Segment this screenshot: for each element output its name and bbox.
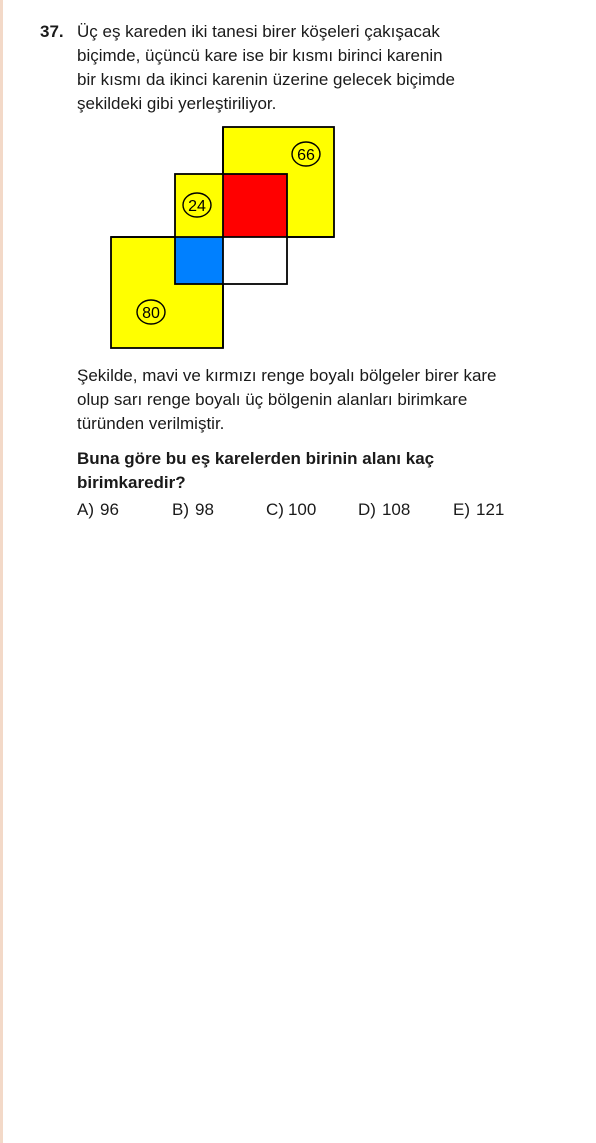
question-text-line: şekildeki gibi yerleştiriliyor. <box>77 94 277 113</box>
question-text-line: biçimde, üçüncü kare ise bir kısmı birin… <box>77 46 443 65</box>
question-text-line: bir kısmı da ikinci karenin üzerine gele… <box>77 70 455 89</box>
option-a[interactable]: A) 96 <box>77 498 119 522</box>
squares-figure: 66 24 80 <box>110 126 336 350</box>
prompt-line: birimkaredir? <box>77 473 186 492</box>
option-b[interactable]: B) 98 <box>172 498 214 522</box>
option-c[interactable]: C) 100 <box>266 498 316 522</box>
option-value: 96 <box>100 500 119 519</box>
option-d[interactable]: D) 108 <box>358 498 410 522</box>
option-value: 98 <box>195 500 214 519</box>
question-text: Üç eş kareden iki tanesi birer köşeleri … <box>77 20 547 116</box>
description-line: olup sarı renge boyalı üç bölgenin alanl… <box>77 390 468 409</box>
page-margin-rule <box>0 0 3 1143</box>
blue-square <box>175 237 223 284</box>
option-value: 108 <box>381 500 411 519</box>
red-square <box>223 174 287 237</box>
middle-square-white-part <box>223 237 287 284</box>
label-24: 24 <box>188 198 206 215</box>
label-66: 66 <box>297 147 315 164</box>
figure-description: Şekilde, mavi ve kırmızı renge boyalı bö… <box>77 364 547 436</box>
option-letter: A) <box>77 500 94 519</box>
option-value: 100 <box>287 500 317 519</box>
question-text-line: Üç eş kareden iki tanesi birer köşeleri … <box>77 22 440 41</box>
option-letter: B) <box>172 500 189 519</box>
description-line: türünden verilmiştir. <box>77 414 225 433</box>
option-letter: D) <box>358 500 376 519</box>
label-80: 80 <box>142 305 160 322</box>
prompt-line: Buna göre bu eş karelerden birinin alanı… <box>77 449 435 468</box>
answer-options: A) 96 B) 98 C) 100 D) 108 E) 121 <box>77 498 547 522</box>
question-number: 37. <box>40 22 64 41</box>
option-letter: C) <box>266 500 284 519</box>
option-value: 121 <box>476 500 505 519</box>
description-line: Şekilde, mavi ve kırmızı renge boyalı bö… <box>77 366 497 385</box>
question-prompt: Buna göre bu eş karelerden birinin alanı… <box>77 447 547 495</box>
squares-diagram: 66 24 80 <box>110 126 335 349</box>
option-e[interactable]: E) 121 <box>453 498 504 522</box>
option-letter: E) <box>453 500 470 519</box>
